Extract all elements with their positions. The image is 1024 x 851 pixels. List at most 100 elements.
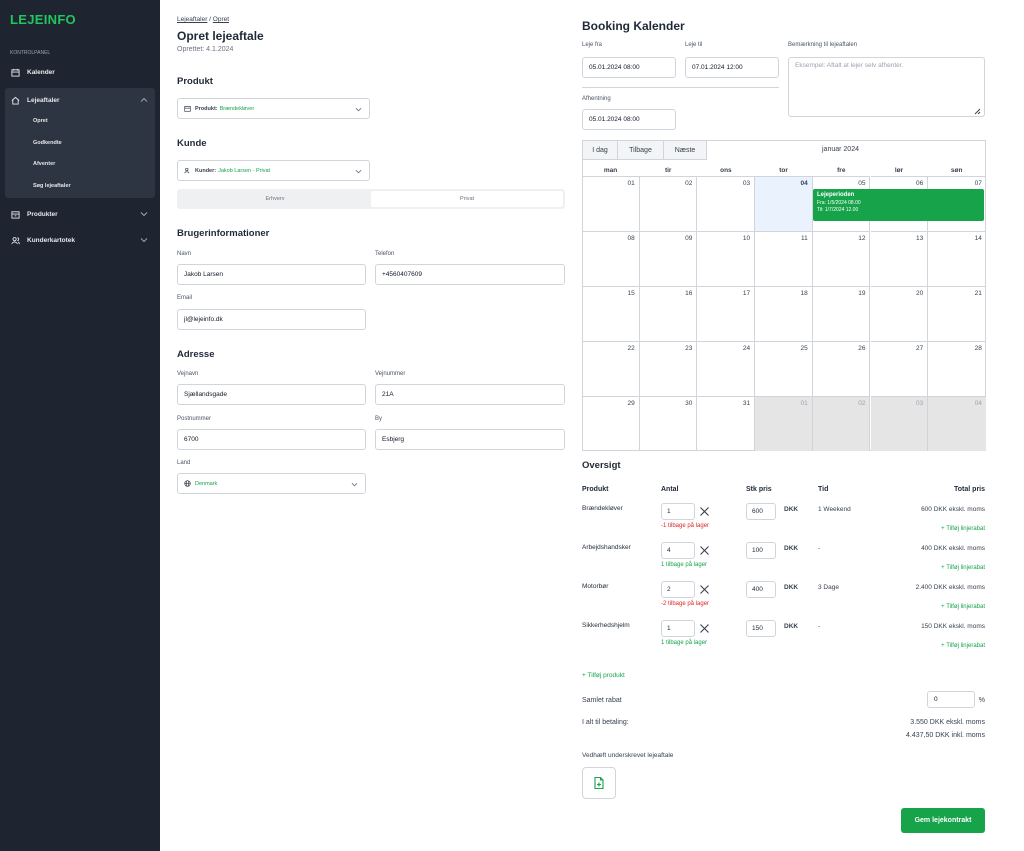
navn-field[interactable]: Jakob Larsen (177, 264, 366, 285)
add-line-discount-link[interactable]: + Tilføj linjerabat (941, 526, 985, 532)
calendar-day[interactable]: 10 (697, 231, 756, 286)
telefon-field[interactable]: +4560407609 (375, 264, 565, 285)
price-field[interactable]: 150 (746, 620, 776, 637)
vejnavn-label: Vejnavn (177, 371, 199, 377)
add-product-link[interactable]: + Tilføj produkt (582, 672, 625, 679)
bemaerkning-field[interactable]: Eksempel: Aftalt at lejer selv afhenter. (788, 57, 985, 117)
calendar-day[interactable]: 25 (755, 341, 813, 396)
toggle-privat[interactable]: Privat (371, 191, 563, 207)
quantity-field[interactable]: 1 (661, 620, 695, 637)
quantity-field[interactable]: 2 (661, 581, 695, 598)
col-header-stk-pris: Stk pris (746, 486, 772, 493)
calendar-event[interactable]: Lejeperioden Fra: 1/5/2024 08.00 Til: 1/… (813, 189, 984, 221)
rental-time: - (818, 545, 821, 552)
email-field[interactable]: jl@lejeinfo.dk (177, 309, 366, 330)
sidebar-subitem-godkendte[interactable]: Godkendte (33, 140, 62, 146)
row-total: 600 DKK ekskl. moms (921, 506, 985, 513)
afhentning-field[interactable]: 05.01.2024 08:00 (582, 109, 676, 130)
by-label: By (375, 416, 383, 422)
leje-til-field[interactable]: 07.01.2024 12:00 (685, 57, 779, 78)
price-field[interactable]: 400 (746, 581, 776, 598)
calendar-day[interactable]: 01 (755, 396, 813, 451)
breadcrumb-opret[interactable]: Opret (213, 16, 229, 23)
remove-icon[interactable] (699, 584, 710, 595)
calendar-day[interactable]: 21 (928, 286, 986, 341)
sidebar-subitem-afventer[interactable]: Afventer (33, 161, 55, 167)
calendar-day[interactable]: 20 (870, 286, 929, 341)
col-header-antal: Antal (661, 486, 679, 493)
navn-label: Navn (177, 251, 192, 257)
file-add-icon (594, 776, 604, 790)
add-line-discount-link[interactable]: + Tilføj linjerabat (941, 565, 985, 571)
toggle-erhverv[interactable]: Erhverv (179, 191, 371, 207)
calendar-day[interactable]: 04 (755, 176, 813, 231)
samlet-rabat-field[interactable]: 0 (927, 691, 975, 708)
next-button[interactable]: Næste (663, 140, 707, 160)
sidebar-item-produkter[interactable]: Produkter (0, 204, 160, 224)
vejnummer-field[interactable]: 21A (375, 384, 565, 405)
calendar-day[interactable]: 23 (639, 341, 698, 396)
sidebar-item-lejeaftaler[interactable]: Lejeaftaler (0, 90, 160, 110)
breadcrumb-lejeaftaler[interactable]: Lejeaftaler (177, 16, 207, 23)
remove-icon[interactable] (699, 545, 710, 556)
add-line-discount-link[interactable]: + Tilføj linjerabat (941, 643, 985, 649)
prev-button[interactable]: Tilbage (617, 140, 664, 160)
quantity-field[interactable]: 4 (661, 542, 695, 559)
remove-icon[interactable] (699, 623, 710, 634)
brugerinfo-heading: Brugerinformationer (177, 228, 270, 239)
home-icon (11, 96, 20, 105)
calendar-day[interactable]: 02 (812, 396, 871, 451)
calendar-day[interactable]: 24 (697, 341, 756, 396)
remove-icon[interactable] (699, 506, 710, 517)
save-button[interactable]: Gem lejekontrakt (901, 808, 985, 833)
leje-fra-field[interactable]: 05.01.2024 08:00 (582, 57, 676, 78)
kunde-select[interactable]: Kunder: Jakob Larsen - Privat (177, 160, 370, 181)
calendar-day[interactable]: 26 (812, 341, 871, 396)
calendar-day[interactable]: 29 (582, 396, 640, 451)
sidebar-subitem-soeg[interactable]: Søg lejeaftaler (33, 183, 71, 189)
calendar-day[interactable]: 22 (582, 341, 640, 396)
upload-button[interactable] (582, 767, 616, 799)
calendar-day[interactable]: 18 (755, 286, 813, 341)
samlet-rabat-label: Samlet rabat (582, 697, 622, 704)
row-total: 150 DKK ekskl. moms (921, 623, 985, 630)
calendar-day[interactable]: 02 (639, 176, 698, 231)
calendar-day[interactable]: 31 (697, 396, 756, 451)
resize-handle-icon[interactable] (974, 108, 981, 115)
calendar-day[interactable]: 11 (755, 231, 813, 286)
calendar-day[interactable]: 03 (697, 176, 756, 231)
calendar-day[interactable]: 14 (928, 231, 986, 286)
calendar-day[interactable]: 17 (697, 286, 756, 341)
calendar-day[interactable]: 30 (639, 396, 698, 451)
land-select-value: Denmark (195, 480, 218, 487)
price-field[interactable]: 600 (746, 503, 776, 520)
calendar-day[interactable]: 04 (928, 396, 986, 451)
quantity-field[interactable]: 1 (661, 503, 695, 520)
currency-label: DKK (784, 506, 799, 513)
vejnavn-field[interactable]: Sjællandsgade (177, 384, 366, 405)
by-field[interactable]: Esbjerg (375, 429, 565, 450)
calendar-day[interactable]: 01 (582, 176, 640, 231)
land-select[interactable]: Denmark (177, 473, 366, 494)
event-title: Lejeperioden (817, 192, 855, 198)
sidebar: LEJEINFO KONTROLPANEL Kalender Lejeaftal… (0, 0, 160, 851)
calendar-day[interactable]: 19 (812, 286, 871, 341)
weekday-header: man (603, 167, 618, 174)
today-button[interactable]: I dag (582, 140, 618, 160)
calendar-day[interactable]: 13 (870, 231, 929, 286)
calendar-day[interactable]: 08 (582, 231, 640, 286)
calendar-day[interactable]: 15 (582, 286, 640, 341)
calendar-day[interactable]: 27 (870, 341, 929, 396)
calendar-day[interactable]: 28 (928, 341, 986, 396)
produkt-select[interactable]: Produkt: Brændekløver (177, 98, 370, 119)
sidebar-item-kalender[interactable]: Kalender (0, 62, 160, 82)
calendar-day[interactable]: 12 (812, 231, 871, 286)
calendar-day[interactable]: 03 (870, 396, 929, 451)
sidebar-item-kunderkartotek[interactable]: Kunderkartotek (0, 230, 160, 250)
calendar-day[interactable]: 16 (639, 286, 698, 341)
postnummer-field[interactable]: 6700 (177, 429, 366, 450)
sidebar-subitem-opret[interactable]: Opret (33, 118, 48, 124)
calendar-day[interactable]: 09 (639, 231, 698, 286)
add-line-discount-link[interactable]: + Tilføj linjerabat (941, 604, 985, 610)
price-field[interactable]: 100 (746, 542, 776, 559)
